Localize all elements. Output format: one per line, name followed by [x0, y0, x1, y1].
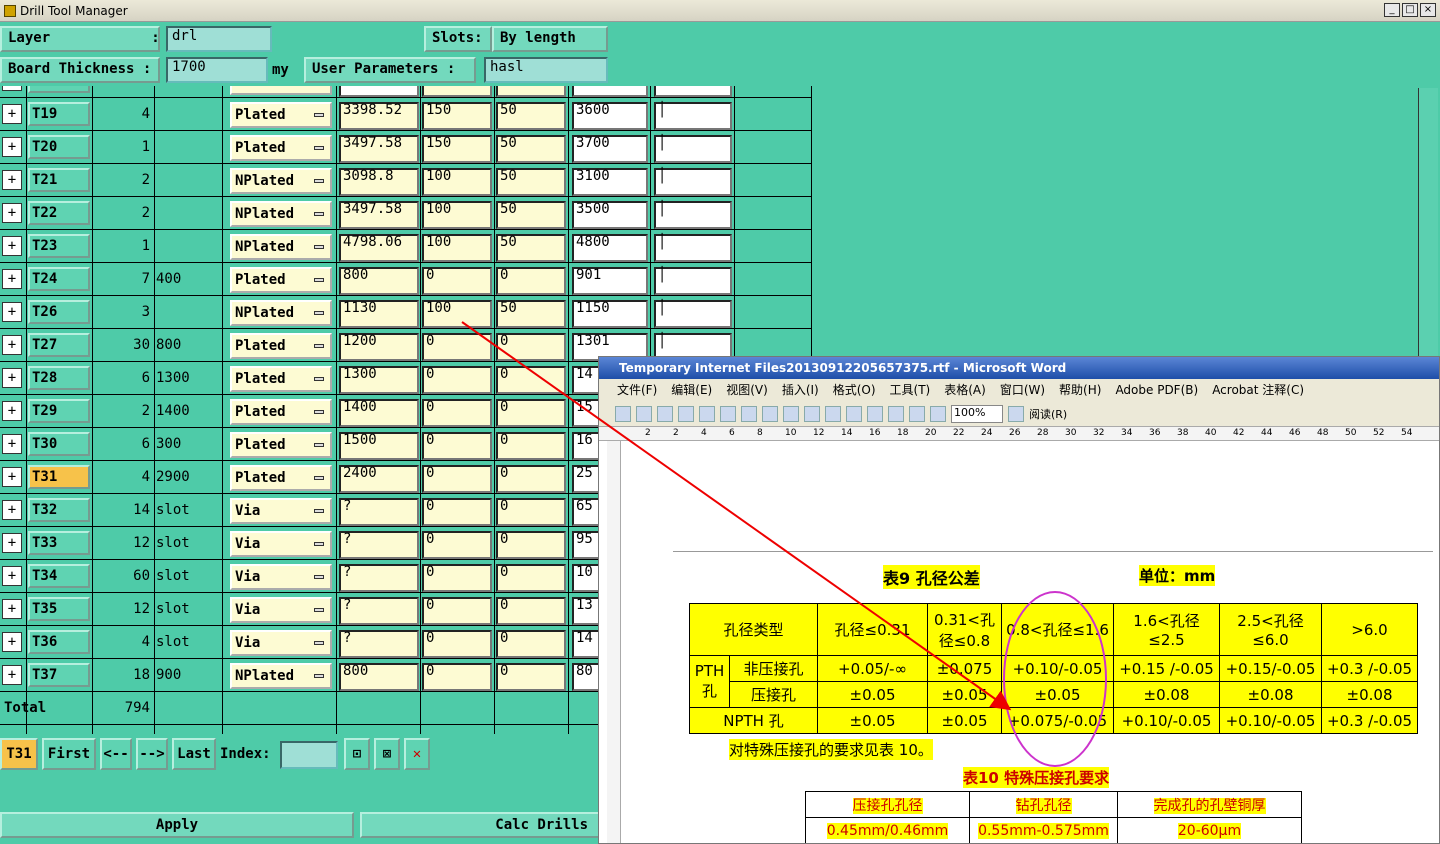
annotation-arrow	[461, 321, 1012, 711]
